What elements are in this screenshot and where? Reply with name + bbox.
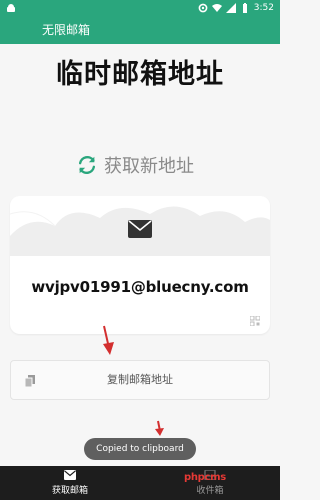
refresh-icon — [78, 156, 96, 174]
app-bar: 无限邮箱 — [0, 16, 280, 44]
status-bar: 3:52 — [0, 0, 280, 16]
get-new-address-label: 获取新地址 — [104, 156, 194, 177]
mail-icon — [64, 470, 76, 480]
nav-item-label: 收件箱 — [196, 486, 224, 496]
annotation-arrow — [155, 420, 164, 436]
settings-icon — [198, 3, 208, 13]
signal-icon — [225, 3, 236, 13]
android-icon — [7, 4, 15, 12]
nav-item-get-mailbox[interactable]: 获取邮箱 — [0, 466, 140, 500]
status-time: 3:52 — [253, 3, 274, 13]
nav-item-label: 获取邮箱 — [51, 486, 88, 496]
envelope-icon — [128, 220, 152, 238]
wifi-icon — [211, 4, 222, 12]
annotation-arrow — [103, 325, 114, 355]
email-address[interactable]: wvjpv01991@bluecny.com — [10, 278, 270, 296]
copy-address-button[interactable]: 复制邮箱地址 — [10, 360, 270, 400]
copy-address-label: 复制邮箱地址 — [107, 373, 173, 386]
watermark-text: phpcms — [184, 472, 226, 483]
page-title: 临时邮箱地址 — [56, 59, 224, 90]
bottom-nav: 获取邮箱 收件箱 — [0, 466, 280, 500]
email-card: wvjpv01991@bluecny.com — [10, 196, 270, 334]
app-title: 无限邮箱 — [42, 23, 91, 37]
qr-code-icon[interactable] — [250, 316, 260, 326]
battery-icon — [242, 3, 247, 13]
get-new-address-button[interactable]: 获取新地址 — [76, 150, 194, 180]
toast-message: Copied to clipboard — [84, 438, 196, 460]
